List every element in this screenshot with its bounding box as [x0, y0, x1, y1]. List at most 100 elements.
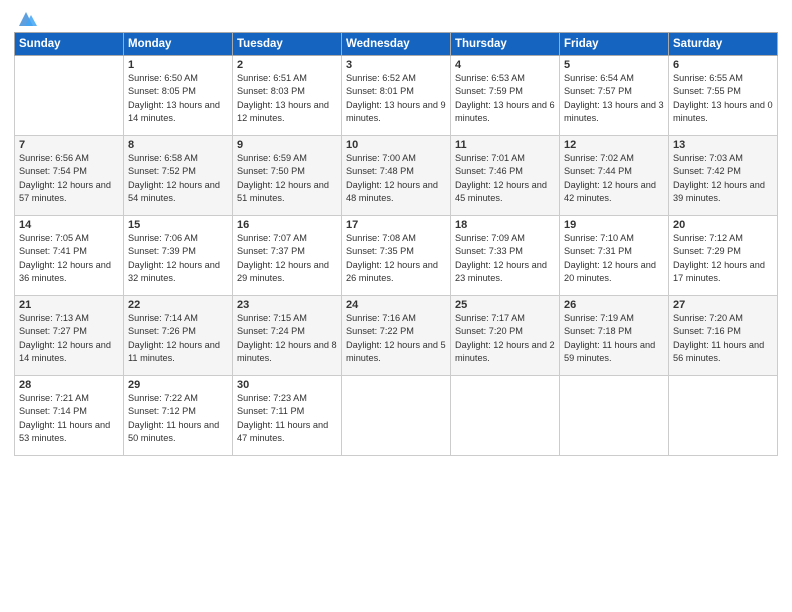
day-info: Sunrise: 7:07 AMSunset: 7:37 PMDaylight:… [237, 232, 337, 285]
calendar-cell: 8Sunrise: 6:58 AMSunset: 7:52 PMDaylight… [124, 136, 233, 216]
day-number: 6 [673, 59, 773, 71]
calendar-container: SundayMondayTuesdayWednesdayThursdayFrid… [0, 0, 792, 462]
day-number: 2 [237, 59, 337, 71]
day-info: Sunrise: 7:22 AMSunset: 7:12 PMDaylight:… [128, 392, 228, 445]
calendar-cell: 10Sunrise: 7:00 AMSunset: 7:48 PMDayligh… [342, 136, 451, 216]
calendar-cell: 25Sunrise: 7:17 AMSunset: 7:20 PMDayligh… [451, 296, 560, 376]
day-info: Sunrise: 7:15 AMSunset: 7:24 PMDaylight:… [237, 312, 337, 365]
calendar-cell: 14Sunrise: 7:05 AMSunset: 7:41 PMDayligh… [15, 216, 124, 296]
day-number: 14 [19, 219, 119, 231]
day-info: Sunrise: 6:56 AMSunset: 7:54 PMDaylight:… [19, 152, 119, 205]
day-info: Sunrise: 7:12 AMSunset: 7:29 PMDaylight:… [673, 232, 773, 285]
calendar-cell: 9Sunrise: 6:59 AMSunset: 7:50 PMDaylight… [233, 136, 342, 216]
day-info: Sunrise: 6:58 AMSunset: 7:52 PMDaylight:… [128, 152, 228, 205]
logo-icon [15, 10, 37, 28]
calendar-cell: 3Sunrise: 6:52 AMSunset: 8:01 PMDaylight… [342, 56, 451, 136]
day-info: Sunrise: 7:09 AMSunset: 7:33 PMDaylight:… [455, 232, 555, 285]
calendar-cell: 26Sunrise: 7:19 AMSunset: 7:18 PMDayligh… [560, 296, 669, 376]
day-number: 19 [564, 219, 664, 231]
day-number: 24 [346, 299, 446, 311]
day-info: Sunrise: 7:20 AMSunset: 7:16 PMDaylight:… [673, 312, 773, 365]
calendar-cell: 30Sunrise: 7:23 AMSunset: 7:11 PMDayligh… [233, 376, 342, 456]
day-number: 21 [19, 299, 119, 311]
calendar-cell: 27Sunrise: 7:20 AMSunset: 7:16 PMDayligh… [669, 296, 778, 376]
day-number: 4 [455, 59, 555, 71]
day-number: 18 [455, 219, 555, 231]
day-number: 25 [455, 299, 555, 311]
weekday-header-sunday: Sunday [15, 33, 124, 56]
calendar-cell: 29Sunrise: 7:22 AMSunset: 7:12 PMDayligh… [124, 376, 233, 456]
calendar-cell: 22Sunrise: 7:14 AMSunset: 7:26 PMDayligh… [124, 296, 233, 376]
day-info: Sunrise: 6:50 AMSunset: 8:05 PMDaylight:… [128, 72, 228, 125]
day-number: 26 [564, 299, 664, 311]
week-row-3: 21Sunrise: 7:13 AMSunset: 7:27 PMDayligh… [15, 296, 778, 376]
calendar-cell: 4Sunrise: 6:53 AMSunset: 7:59 PMDaylight… [451, 56, 560, 136]
calendar-table: SundayMondayTuesdayWednesdayThursdayFrid… [14, 32, 778, 456]
day-info: Sunrise: 6:55 AMSunset: 7:55 PMDaylight:… [673, 72, 773, 125]
calendar-cell [669, 376, 778, 456]
weekday-header-monday: Monday [124, 33, 233, 56]
day-number: 7 [19, 139, 119, 151]
day-info: Sunrise: 7:01 AMSunset: 7:46 PMDaylight:… [455, 152, 555, 205]
day-info: Sunrise: 6:54 AMSunset: 7:57 PMDaylight:… [564, 72, 664, 125]
calendar-cell [560, 376, 669, 456]
calendar-cell: 15Sunrise: 7:06 AMSunset: 7:39 PMDayligh… [124, 216, 233, 296]
day-info: Sunrise: 7:14 AMSunset: 7:26 PMDaylight:… [128, 312, 228, 365]
calendar-cell: 16Sunrise: 7:07 AMSunset: 7:37 PMDayligh… [233, 216, 342, 296]
day-info: Sunrise: 7:02 AMSunset: 7:44 PMDaylight:… [564, 152, 664, 205]
day-info: Sunrise: 7:19 AMSunset: 7:18 PMDaylight:… [564, 312, 664, 365]
calendar-cell: 11Sunrise: 7:01 AMSunset: 7:46 PMDayligh… [451, 136, 560, 216]
day-number: 1 [128, 59, 228, 71]
calendar-cell: 19Sunrise: 7:10 AMSunset: 7:31 PMDayligh… [560, 216, 669, 296]
calendar-cell [342, 376, 451, 456]
day-info: Sunrise: 7:10 AMSunset: 7:31 PMDaylight:… [564, 232, 664, 285]
day-info: Sunrise: 7:23 AMSunset: 7:11 PMDaylight:… [237, 392, 337, 445]
day-info: Sunrise: 7:21 AMSunset: 7:14 PMDaylight:… [19, 392, 119, 445]
logo [14, 10, 38, 24]
calendar-cell: 7Sunrise: 6:56 AMSunset: 7:54 PMDaylight… [15, 136, 124, 216]
week-row-2: 14Sunrise: 7:05 AMSunset: 7:41 PMDayligh… [15, 216, 778, 296]
day-info: Sunrise: 6:59 AMSunset: 7:50 PMDaylight:… [237, 152, 337, 205]
week-row-1: 7Sunrise: 6:56 AMSunset: 7:54 PMDaylight… [15, 136, 778, 216]
day-number: 10 [346, 139, 446, 151]
day-number: 20 [673, 219, 773, 231]
week-row-0: 1Sunrise: 6:50 AMSunset: 8:05 PMDaylight… [15, 56, 778, 136]
day-info: Sunrise: 7:03 AMSunset: 7:42 PMDaylight:… [673, 152, 773, 205]
calendar-cell [451, 376, 560, 456]
day-info: Sunrise: 7:17 AMSunset: 7:20 PMDaylight:… [455, 312, 555, 365]
calendar-cell: 2Sunrise: 6:51 AMSunset: 8:03 PMDaylight… [233, 56, 342, 136]
weekday-header-saturday: Saturday [669, 33, 778, 56]
day-number: 27 [673, 299, 773, 311]
calendar-cell: 23Sunrise: 7:15 AMSunset: 7:24 PMDayligh… [233, 296, 342, 376]
day-info: Sunrise: 6:53 AMSunset: 7:59 PMDaylight:… [455, 72, 555, 125]
weekday-header-row: SundayMondayTuesdayWednesdayThursdayFrid… [15, 33, 778, 56]
calendar-cell: 28Sunrise: 7:21 AMSunset: 7:14 PMDayligh… [15, 376, 124, 456]
calendar-cell: 18Sunrise: 7:09 AMSunset: 7:33 PMDayligh… [451, 216, 560, 296]
day-number: 16 [237, 219, 337, 231]
day-info: Sunrise: 7:13 AMSunset: 7:27 PMDaylight:… [19, 312, 119, 365]
calendar-cell: 21Sunrise: 7:13 AMSunset: 7:27 PMDayligh… [15, 296, 124, 376]
day-info: Sunrise: 6:51 AMSunset: 8:03 PMDaylight:… [237, 72, 337, 125]
day-info: Sunrise: 7:16 AMSunset: 7:22 PMDaylight:… [346, 312, 446, 365]
calendar-cell: 5Sunrise: 6:54 AMSunset: 7:57 PMDaylight… [560, 56, 669, 136]
day-number: 17 [346, 219, 446, 231]
day-number: 8 [128, 139, 228, 151]
day-info: Sunrise: 7:06 AMSunset: 7:39 PMDaylight:… [128, 232, 228, 285]
calendar-cell: 12Sunrise: 7:02 AMSunset: 7:44 PMDayligh… [560, 136, 669, 216]
day-number: 5 [564, 59, 664, 71]
day-info: Sunrise: 6:52 AMSunset: 8:01 PMDaylight:… [346, 72, 446, 125]
day-number: 23 [237, 299, 337, 311]
day-number: 11 [455, 139, 555, 151]
weekday-header-thursday: Thursday [451, 33, 560, 56]
day-number: 3 [346, 59, 446, 71]
calendar-cell: 1Sunrise: 6:50 AMSunset: 8:05 PMDaylight… [124, 56, 233, 136]
calendar-cell: 17Sunrise: 7:08 AMSunset: 7:35 PMDayligh… [342, 216, 451, 296]
day-number: 22 [128, 299, 228, 311]
day-info: Sunrise: 7:00 AMSunset: 7:48 PMDaylight:… [346, 152, 446, 205]
day-number: 28 [19, 379, 119, 391]
day-info: Sunrise: 7:05 AMSunset: 7:41 PMDaylight:… [19, 232, 119, 285]
day-number: 29 [128, 379, 228, 391]
weekday-header-tuesday: Tuesday [233, 33, 342, 56]
weekday-header-wednesday: Wednesday [342, 33, 451, 56]
day-number: 15 [128, 219, 228, 231]
